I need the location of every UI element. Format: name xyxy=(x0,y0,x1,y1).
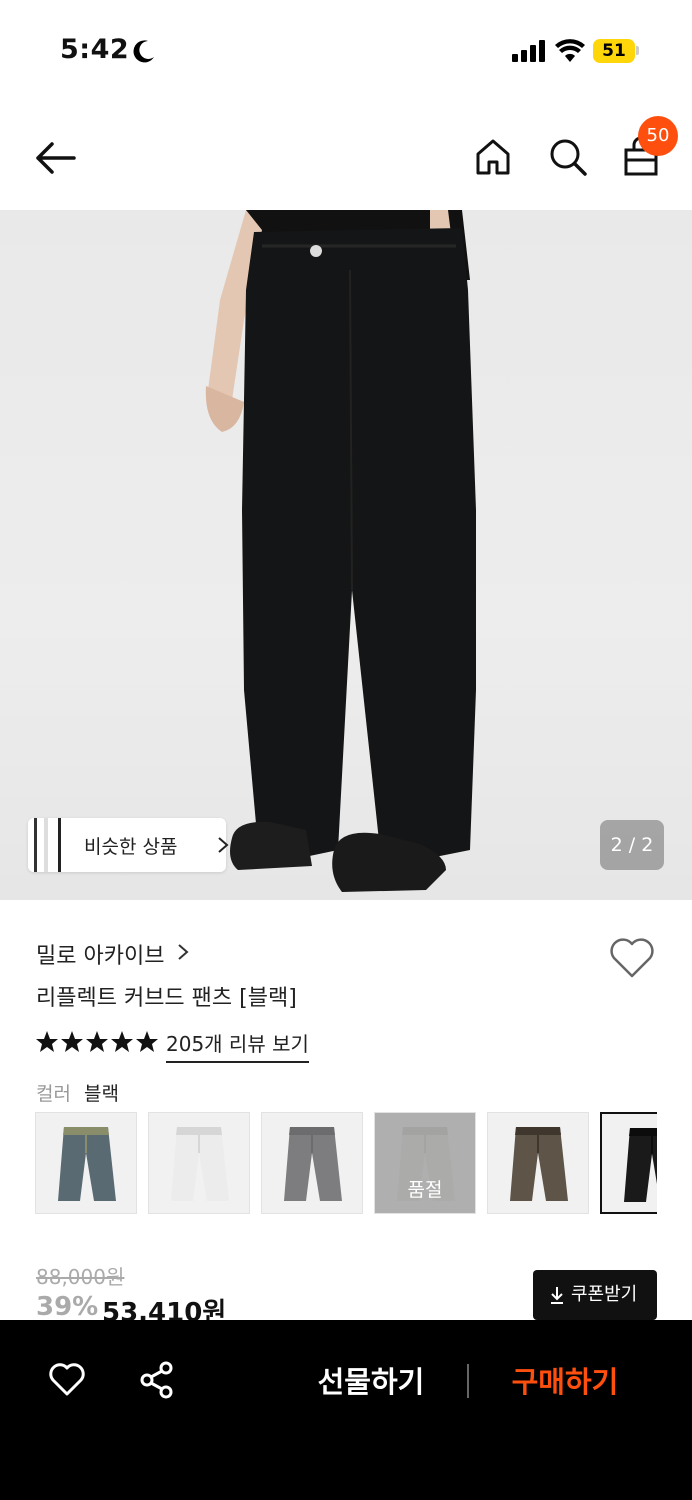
share-icon[interactable] xyxy=(138,1360,176,1400)
coupon-button[interactable]: 쿠폰받기 xyxy=(533,1270,657,1320)
color-swatch[interactable] xyxy=(261,1112,363,1214)
chevron-right-icon[interactable] xyxy=(176,942,190,962)
pants-thumbnail xyxy=(171,1127,229,1201)
chevron-right-icon xyxy=(218,837,229,853)
back-arrow-icon[interactable] xyxy=(32,136,80,180)
discount-rate: 39% xyxy=(36,1292,99,1322)
wifi-icon xyxy=(555,39,585,62)
color-swatch[interactable]: 품절 xyxy=(374,1112,476,1214)
top-nav: 50 xyxy=(0,110,692,210)
color-swatches: 품절 xyxy=(35,1112,657,1216)
similar-products-button[interactable]: 비슷한 상품 xyxy=(28,818,229,872)
color-swatch[interactable] xyxy=(487,1112,589,1214)
cart-count-badge[interactable]: 50 xyxy=(638,116,678,156)
home-icon[interactable] xyxy=(470,134,516,180)
status-time: 5:42 xyxy=(60,34,130,65)
similar-products-label: 비슷한 상품 xyxy=(84,836,178,858)
rating-stars xyxy=(36,1031,158,1052)
search-icon[interactable] xyxy=(545,134,591,180)
color-swatch[interactable] xyxy=(35,1112,137,1214)
divider xyxy=(467,1364,469,1398)
pants-thumbnail xyxy=(58,1127,116,1201)
image-page-indicator: 2 / 2 xyxy=(600,820,664,870)
star-icon xyxy=(136,1031,158,1052)
download-icon xyxy=(551,1287,563,1304)
color-swatch[interactable] xyxy=(148,1112,250,1214)
product-title: 리플렉트 커브드 팬츠 [블랙] xyxy=(36,986,297,1011)
heart-icon[interactable] xyxy=(48,1362,86,1398)
star-icon xyxy=(36,1031,58,1052)
pants-thumbnail xyxy=(624,1128,657,1202)
moon-icon xyxy=(133,40,154,63)
similar-products-thumbnail xyxy=(28,818,68,872)
color-swatch[interactable] xyxy=(600,1112,657,1214)
color-value: 블랙 xyxy=(84,1083,119,1105)
star-icon xyxy=(86,1031,108,1052)
pants-thumbnail xyxy=(510,1127,568,1201)
battery-tip xyxy=(636,46,639,55)
coupon-label: 쿠폰받기 xyxy=(571,1284,638,1305)
product-photo xyxy=(205,210,476,892)
original-price: 88,000원 xyxy=(36,1265,125,1289)
reviews-link[interactable]: 205개 리뷰 보기 xyxy=(166,1028,309,1063)
soldout-overlay: 품절 xyxy=(375,1113,475,1213)
product-image-carousel[interactable]: 비슷한 상품 2 / 2 xyxy=(0,210,692,900)
battery-indicator: 51 xyxy=(593,39,635,63)
color-label: 컬러 xyxy=(36,1083,71,1105)
star-icon xyxy=(61,1031,83,1052)
status-bar: 5:42 51 xyxy=(0,0,692,100)
brand-link[interactable]: 밀로 아카이브 xyxy=(36,938,164,970)
buy-button[interactable]: 구매하기 xyxy=(490,1360,640,1404)
cellular-signal-icon xyxy=(512,40,545,62)
gift-button[interactable]: 선물하기 xyxy=(296,1360,446,1404)
heart-icon[interactable] xyxy=(608,936,656,980)
star-icon xyxy=(111,1031,133,1052)
pants-thumbnail xyxy=(284,1127,342,1201)
bottom-action-bar: 선물하기 구매하기 xyxy=(0,1320,692,1500)
